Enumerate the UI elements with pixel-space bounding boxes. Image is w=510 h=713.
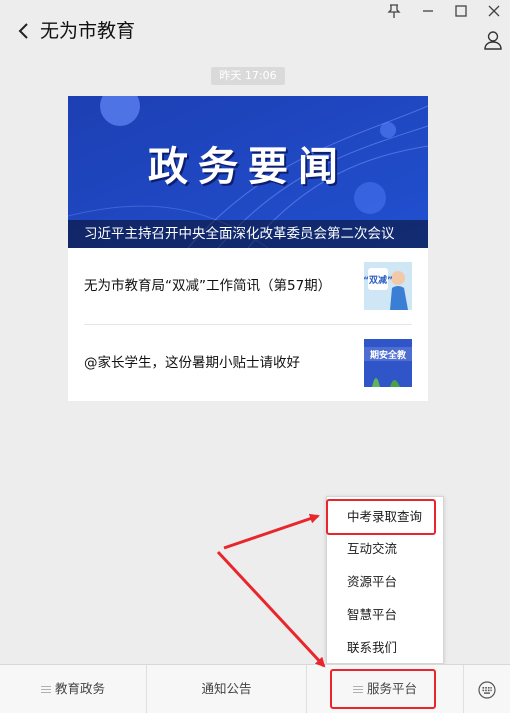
annotation-arrows [216, 513, 326, 668]
annotation-arrow [223, 513, 320, 550]
annotation-arrow [216, 550, 326, 668]
